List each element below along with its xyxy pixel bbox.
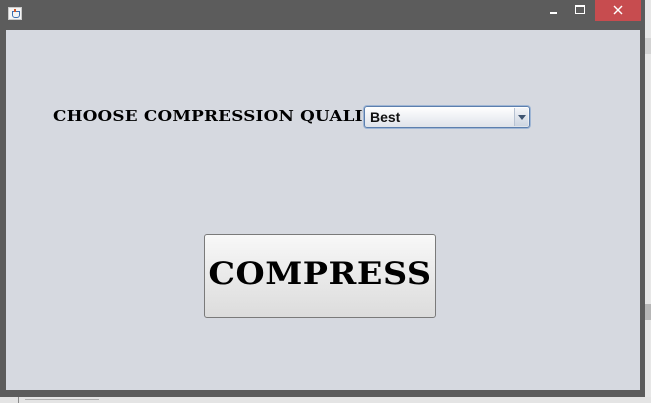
close-button[interactable] [595,0,641,21]
background-window-edge [645,0,651,403]
minimize-button[interactable] [538,0,566,20]
app-window: CHOOSE COMPRESSION QUALITY: Best COMPRES… [0,0,645,397]
compress-button[interactable]: COMPRESS [204,234,436,318]
chevron-down-icon[interactable] [514,108,528,126]
java-cup-icon [8,7,22,20]
close-icon [613,5,623,15]
maximize-button[interactable] [566,0,594,20]
selected-quality-value: Best [370,109,401,125]
compression-quality-select[interactable]: Best [364,106,530,128]
compress-button-label: COMPRESS [208,256,432,292]
background-window-edge-bottom [0,397,651,403]
compression-quality-label: CHOOSE COMPRESSION QUALITY: [53,107,393,125]
main-panel: CHOOSE COMPRESSION QUALITY: Best COMPRES… [6,30,640,390]
title-bar[interactable] [0,0,645,28]
